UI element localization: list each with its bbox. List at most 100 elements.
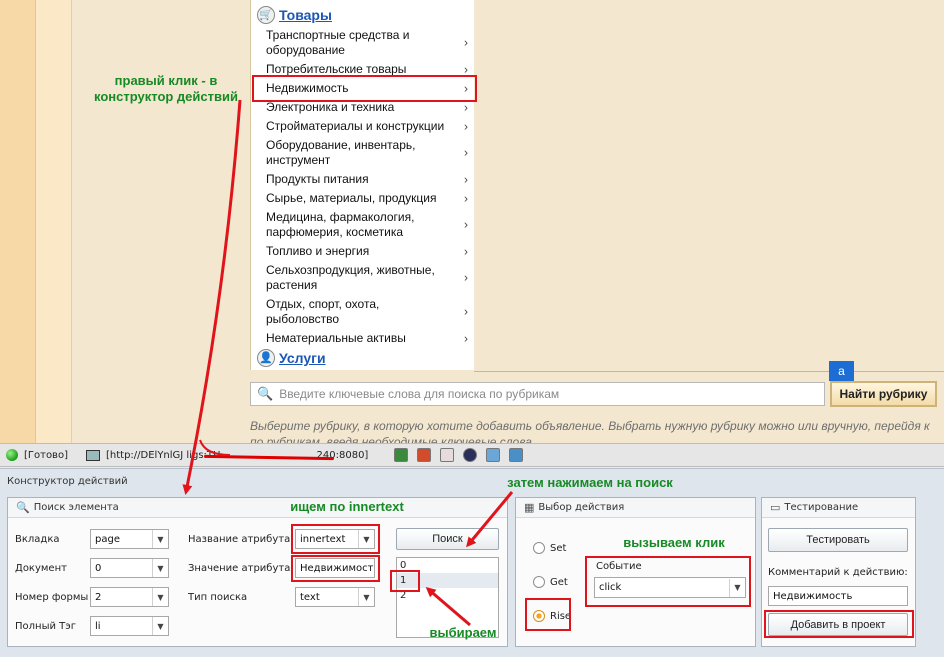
test-button[interactable]: Тестировать (768, 528, 908, 552)
testing-header: ▭ Тестирование (762, 498, 915, 518)
rubric-item[interactable]: Стройматериалы и конструкции › (266, 119, 472, 134)
status-bar: [Готово] [http://DElYnlGJ ligs:TH 240:808… (0, 443, 944, 467)
rubric-item[interactable]: Продукты питания › (266, 172, 472, 187)
tab-select[interactable]: page ▼ (90, 529, 169, 549)
rubric-right-area (474, 0, 944, 372)
a-badge: a (829, 361, 854, 381)
pattern-icon[interactable] (440, 448, 455, 462)
windows-icon[interactable] (486, 448, 501, 462)
rubric-search-input[interactable] (279, 387, 824, 401)
list-item-selected[interactable]: 1 (397, 573, 498, 588)
rubric-item[interactable]: Оборудование, инвентарь, инструмент › (266, 138, 472, 168)
rubric-item[interactable]: Нематериальные активы › (266, 331, 472, 346)
radio-rise[interactable]: Rise (533, 610, 571, 622)
search-type-select[interactable]: text ▼ (295, 587, 375, 607)
tab-label: Вкладка (15, 534, 60, 545)
edit-icon[interactable] (509, 448, 524, 462)
radio-get[interactable]: Get (533, 576, 568, 588)
rubric-item[interactable]: Сырье, материалы, продукция › (266, 191, 472, 206)
cart-icon: 🛒 (257, 6, 275, 24)
rubric-item[interactable]: Потребительские товары › (266, 62, 472, 77)
chevron-down-icon: ▼ (152, 559, 168, 577)
person-icon: 👤 (257, 349, 275, 367)
attribute-value-input[interactable]: Недвижимость (295, 558, 375, 578)
testing-group: ▭ Тестирование Тестировать Комментарий к… (761, 497, 916, 647)
rubric-item[interactable]: Медицина, фармакология, парфюмерия, косм… (266, 210, 472, 240)
full-tag-label: Полный Тэг (15, 621, 76, 632)
category-goods-title[interactable]: Товары (279, 7, 332, 23)
list-item[interactable]: 0 (397, 558, 498, 573)
window-icon: ▭ (770, 501, 781, 514)
add-to-project-button[interactable]: Добавить в проект (768, 613, 908, 636)
chevron-down-icon: ▼ (358, 530, 374, 548)
note-choose: выбираем (429, 625, 497, 640)
attribute-name-select[interactable]: innertext ▼ (295, 529, 375, 549)
chevron-down-icon: ▼ (152, 617, 168, 635)
chevron-right-icon: › (464, 244, 468, 258)
chevron-right-icon: › (464, 172, 468, 186)
chevron-down-icon: ▼ (358, 588, 374, 606)
action-choice-header: ▦ Выбор действия (516, 498, 755, 518)
radio-circle[interactable] (533, 542, 545, 554)
chevron-right-icon: › (464, 81, 468, 95)
search-type-label: Тип поиска (188, 592, 248, 603)
radio-circle-selected[interactable] (533, 610, 545, 622)
chevron-right-icon: › (464, 304, 468, 319)
chevron-right-icon: › (464, 119, 468, 133)
rubric-item[interactable]: Отдых, спорт, охота, рыболовство › (266, 297, 472, 327)
form-number-select[interactable]: 2 ▼ (90, 587, 169, 607)
status-url: [http://DElYnlGJ ligs:TH 240:8080] (105, 449, 369, 461)
rubric-search-box[interactable]: 🔍 (250, 382, 825, 406)
category-services-header[interactable]: 👤 Услуги (257, 349, 326, 367)
magnifier-icon: 🔍 (16, 501, 30, 514)
chevron-right-icon: › (464, 217, 468, 232)
rubric-item[interactable]: Сельхозпродукция, животные, растения › (266, 263, 472, 293)
grid-icon[interactable] (417, 448, 432, 462)
event-label: Событие (596, 561, 642, 572)
monitor-icon (85, 449, 100, 461)
chevron-right-icon: › (464, 62, 468, 76)
rubric-item[interactable]: Транспортные средства и оборудование › (266, 28, 472, 58)
rubric-item[interactable]: Электроника и техника › (266, 100, 472, 115)
attribute-name-label: Название атрибута (188, 534, 291, 545)
chevron-right-icon: › (464, 270, 468, 285)
action-choice-group: ▦ Выбор действия Set Get Rise Событие cl… (515, 497, 756, 647)
rubric-item[interactable]: Топливо и энергия › (266, 244, 472, 259)
note-call-click: вызываем клик (623, 535, 725, 550)
note-then-search: затем нажимаем на поиск (507, 475, 673, 490)
chevron-down-icon: ▼ (729, 578, 745, 597)
category-goods-header[interactable]: 🛒 Товары (257, 6, 332, 24)
toolbar-icons (394, 448, 524, 462)
image-icon[interactable] (394, 448, 409, 462)
page-left-column (36, 0, 72, 443)
find-rubric-button[interactable]: Найти рубрику (830, 381, 937, 407)
chevron-down-icon: ▼ (152, 588, 168, 606)
radio-circle[interactable] (533, 576, 545, 588)
chevron-right-icon: › (464, 35, 468, 50)
search-icon: 🔍 (257, 386, 274, 402)
category-services-title[interactable]: Услуги (279, 350, 326, 366)
event-select[interactable]: click ▼ (594, 577, 746, 598)
radio-set[interactable]: Set (533, 542, 566, 554)
search-button[interactable]: Поиск (396, 528, 499, 550)
list-item[interactable]: 2 (397, 588, 498, 603)
status-text: [Готово] (24, 449, 68, 461)
chevron-down-icon: ▼ (152, 530, 168, 548)
redaction-scribble (203, 454, 335, 460)
chevron-right-icon: › (464, 331, 468, 345)
chevron-right-icon: › (464, 191, 468, 205)
note-search-innertext: ищем по innertext (290, 499, 404, 514)
full-tag-select[interactable]: li ▼ (90, 616, 169, 636)
attribute-value-label: Значение атрибута (188, 563, 291, 574)
comment-input[interactable]: Недвижимость (768, 586, 908, 606)
chevron-right-icon: › (464, 145, 468, 160)
rubric-item-realty[interactable]: Недвижимость › (266, 81, 472, 96)
document-select[interactable]: 0 ▼ (90, 558, 169, 578)
form-number-label: Номер формы (15, 592, 89, 603)
note-right-click: правый клик - в конструктор действий (94, 73, 238, 104)
document-label: Документ (15, 563, 67, 574)
browser-viewport: 🛒 Товары Транспортные средства и оборудо… (0, 0, 944, 443)
flash-icon[interactable] (463, 448, 478, 462)
comment-label: Комментарий к действию: (768, 567, 908, 578)
chevron-right-icon: › (464, 100, 468, 114)
